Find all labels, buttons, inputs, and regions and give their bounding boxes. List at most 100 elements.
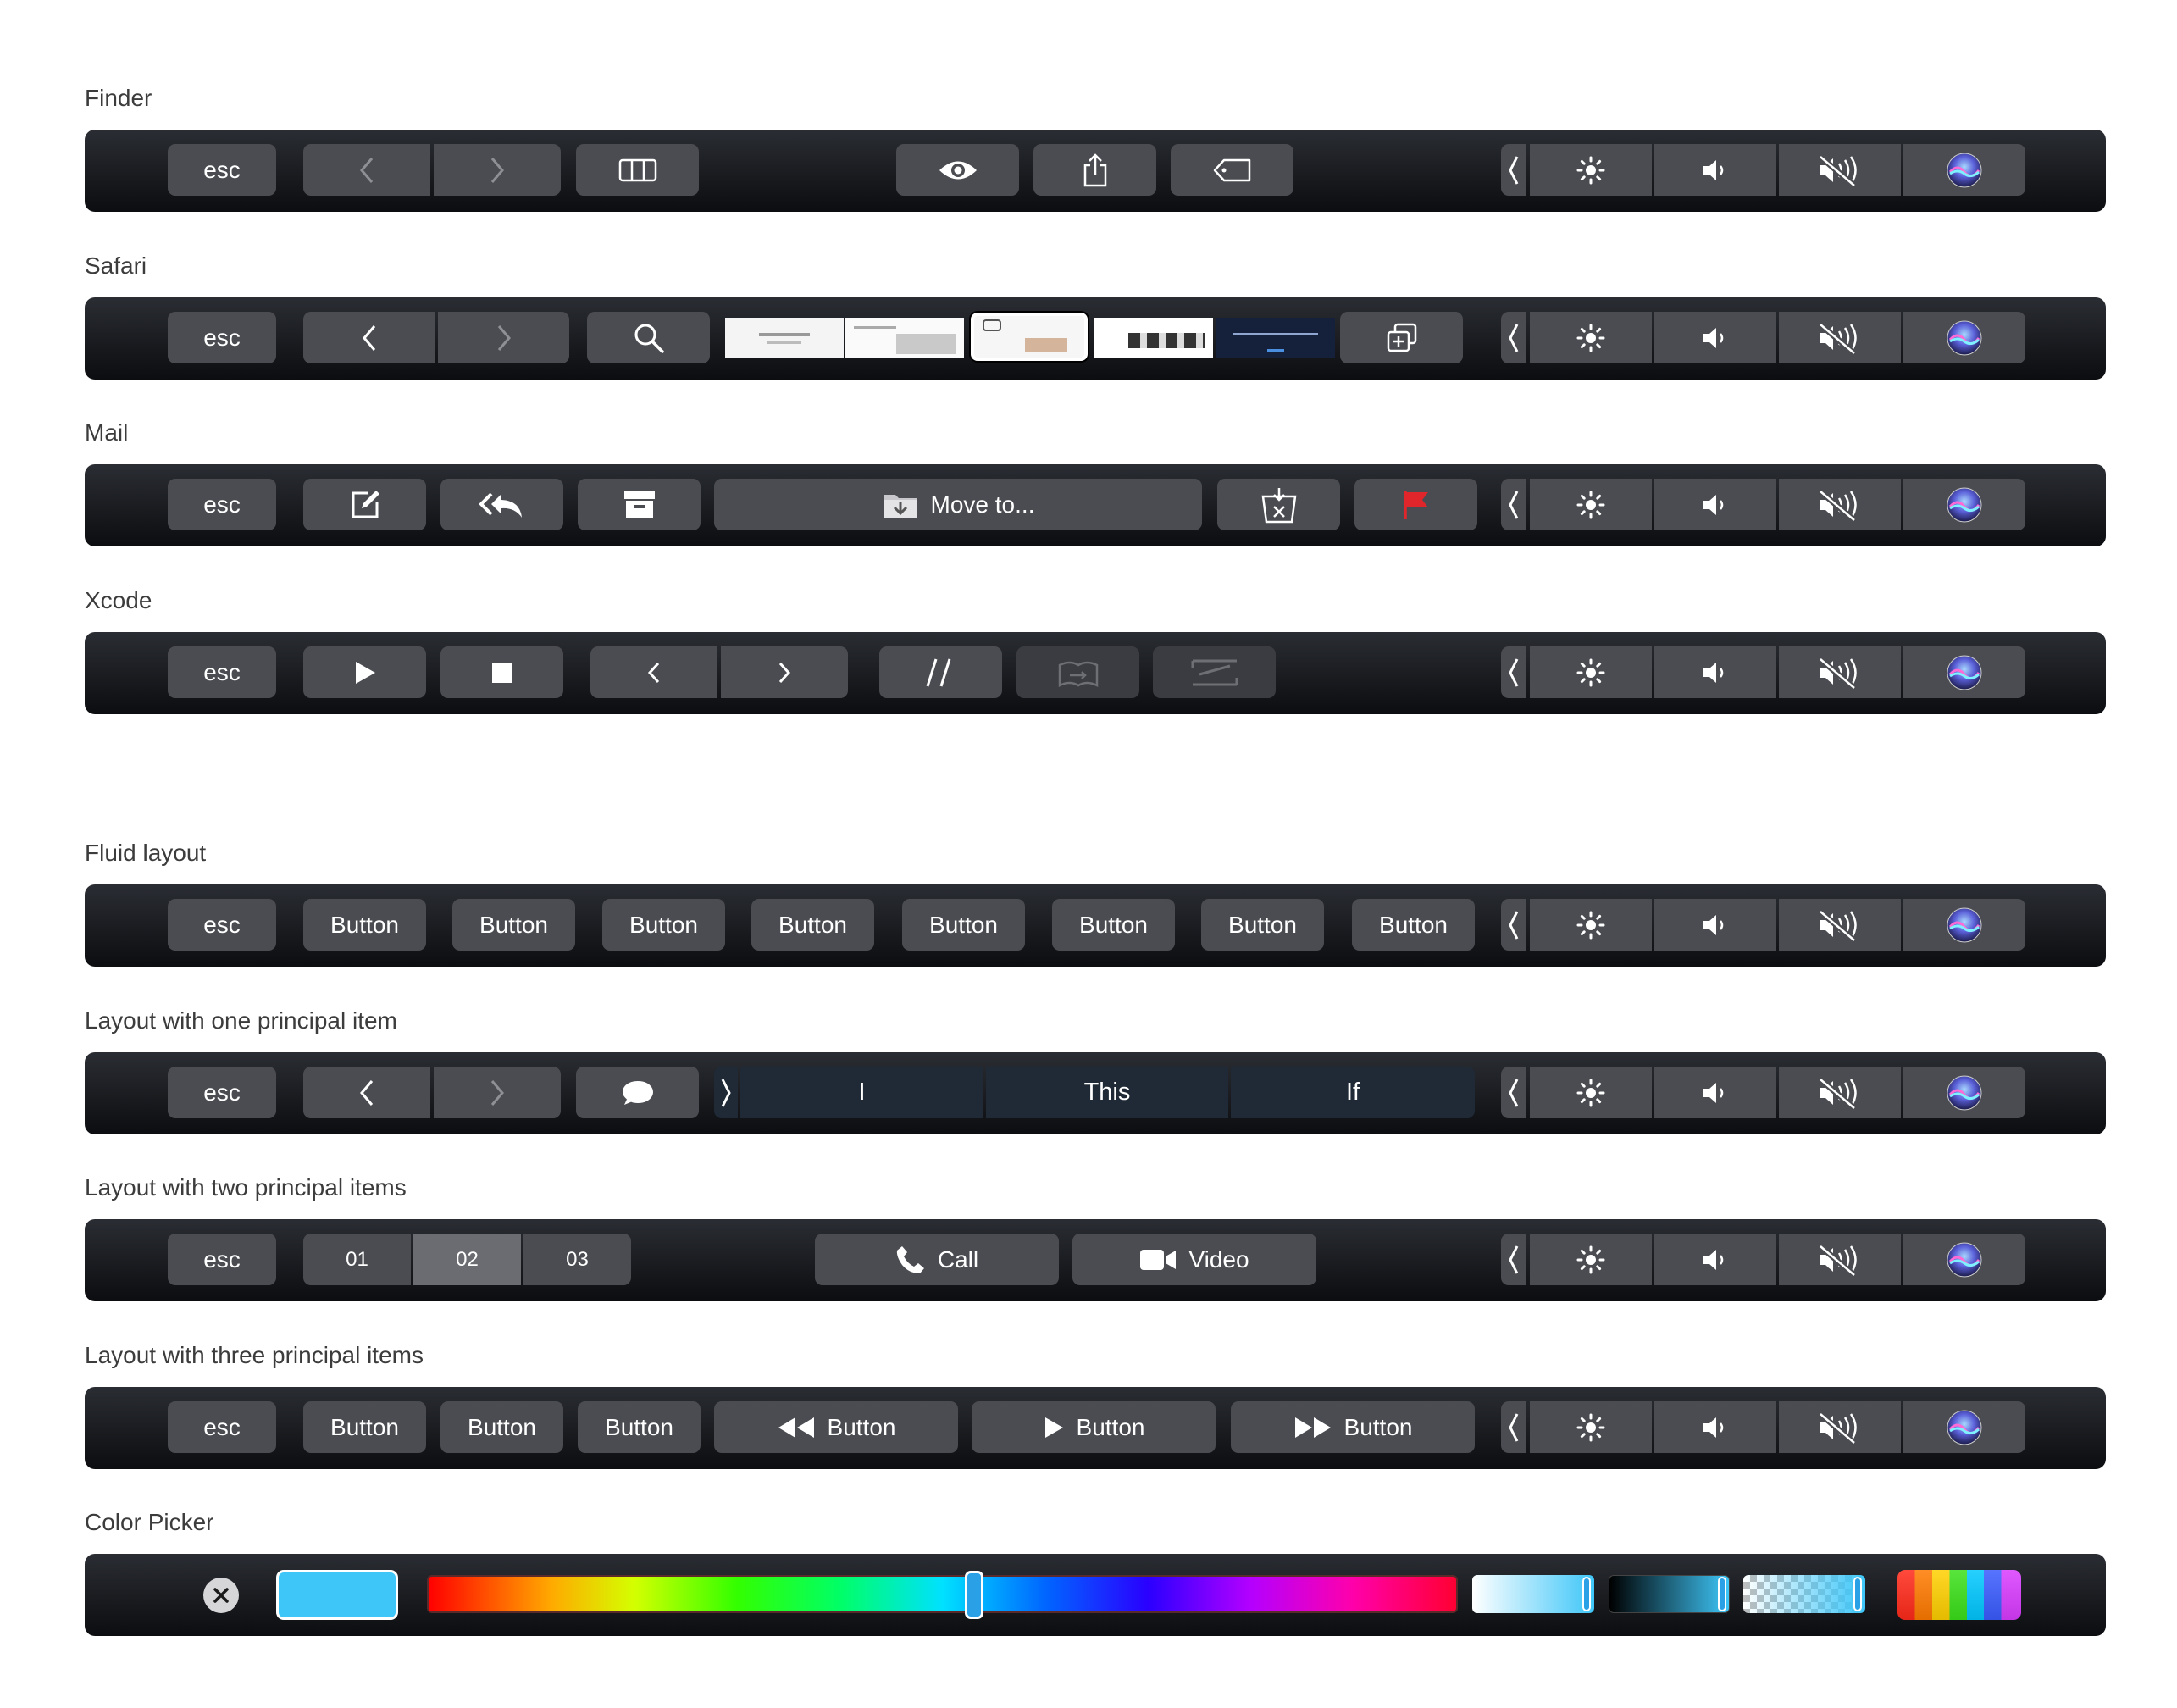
- siri-button[interactable]: [1903, 646, 2025, 698]
- mute-button[interactable]: [1779, 1067, 1901, 1118]
- volume-button[interactable]: [1654, 646, 1776, 698]
- mute-button[interactable]: [1779, 312, 1901, 363]
- brightness-button[interactable]: [1530, 1067, 1652, 1118]
- volume-button[interactable]: [1654, 899, 1776, 951]
- brightness-button[interactable]: [1530, 479, 1652, 530]
- siri-button[interactable]: [1903, 1067, 2025, 1118]
- candidate-item[interactable]: I: [740, 1067, 983, 1118]
- siri-button[interactable]: [1903, 479, 2025, 530]
- mute-button[interactable]: [1779, 1401, 1901, 1453]
- run-button[interactable]: [303, 646, 426, 698]
- tags-button[interactable]: [1171, 144, 1293, 196]
- button[interactable]: Button: [1052, 899, 1175, 951]
- candidate-item[interactable]: This: [986, 1067, 1228, 1118]
- volume-button[interactable]: [1654, 479, 1776, 530]
- button[interactable]: Button: [1352, 899, 1475, 951]
- volume-button[interactable]: [1654, 144, 1776, 196]
- button[interactable]: Button: [902, 899, 1025, 951]
- tab-thumbnail[interactable]: [725, 318, 844, 358]
- close-button[interactable]: [203, 1578, 239, 1613]
- control-strip-expand-button[interactable]: [1501, 1067, 1526, 1118]
- brightness-button[interactable]: [1530, 1234, 1652, 1285]
- opacity-slider[interactable]: [1743, 1575, 1865, 1613]
- siri-button[interactable]: [1903, 1401, 2025, 1453]
- show-references-button[interactable]: [1016, 646, 1139, 698]
- mute-button[interactable]: [1779, 899, 1901, 951]
- brightness-slider-handle[interactable]: [1718, 1577, 1726, 1611]
- tab-thumbnail[interactable]: [1094, 318, 1213, 358]
- saturation-slider-handle[interactable]: [1582, 1577, 1591, 1611]
- video-button[interactable]: Video: [1072, 1234, 1316, 1285]
- button[interactable]: Button: [303, 1401, 426, 1453]
- tab-thumbnail-selected[interactable]: [971, 313, 1088, 361]
- esc-key[interactable]: esc: [168, 1067, 276, 1118]
- quick-look-button[interactable]: [896, 144, 1019, 196]
- hue-slider[interactable]: [427, 1575, 1458, 1613]
- siri-button[interactable]: [1903, 1234, 2025, 1285]
- brightness-button[interactable]: [1530, 312, 1652, 363]
- mute-button[interactable]: [1779, 144, 1901, 196]
- volume-button[interactable]: [1654, 1401, 1776, 1453]
- new-tab-button[interactable]: [1340, 312, 1463, 363]
- rewind-button[interactable]: Button: [714, 1401, 958, 1453]
- control-strip-expand-button[interactable]: [1501, 144, 1526, 196]
- call-button[interactable]: Call: [815, 1234, 1059, 1285]
- control-strip-expand-button[interactable]: [1501, 312, 1526, 363]
- siri-button[interactable]: [1903, 312, 2025, 363]
- opacity-slider-handle[interactable]: [1853, 1577, 1862, 1611]
- brightness-button[interactable]: [1530, 144, 1652, 196]
- button[interactable]: Button: [440, 1401, 563, 1453]
- esc-key[interactable]: esc: [168, 144, 276, 196]
- back-button[interactable]: [303, 312, 435, 363]
- move-to-button[interactable]: Move to...: [714, 479, 1202, 530]
- esc-key[interactable]: esc: [168, 1234, 276, 1285]
- share-button[interactable]: [1033, 144, 1156, 196]
- candidate-bar-collapse-button[interactable]: [714, 1067, 738, 1118]
- hue-slider-handle[interactable]: [965, 1571, 983, 1619]
- search-button[interactable]: [587, 312, 710, 363]
- segment-01[interactable]: 01: [303, 1234, 411, 1285]
- view-columns-button[interactable]: [576, 144, 699, 196]
- control-strip-expand-button[interactable]: [1501, 646, 1526, 698]
- volume-button[interactable]: [1654, 1234, 1776, 1285]
- color-swatch[interactable]: [276, 1570, 398, 1620]
- esc-key[interactable]: esc: [168, 646, 276, 698]
- control-strip-expand-button[interactable]: [1501, 899, 1526, 951]
- button[interactable]: Button: [751, 899, 874, 951]
- button[interactable]: Button: [602, 899, 725, 951]
- esc-key[interactable]: esc: [168, 899, 276, 951]
- brightness-button[interactable]: [1530, 646, 1652, 698]
- control-strip-expand-button[interactable]: [1501, 479, 1526, 530]
- saturation-slider[interactable]: [1472, 1575, 1594, 1613]
- volume-button[interactable]: [1654, 312, 1776, 363]
- siri-button[interactable]: [1903, 899, 2025, 951]
- next-button[interactable]: [721, 646, 848, 698]
- play-button[interactable]: Button: [972, 1401, 1216, 1453]
- comment-toggle-button[interactable]: [879, 646, 1002, 698]
- control-strip-expand-button[interactable]: [1501, 1401, 1526, 1453]
- button[interactable]: Button: [578, 1401, 701, 1453]
- archive-button[interactable]: [578, 479, 701, 530]
- fast-forward-button[interactable]: Button: [1231, 1401, 1475, 1453]
- mute-button[interactable]: [1779, 1234, 1901, 1285]
- control-strip-expand-button[interactable]: [1501, 1234, 1526, 1285]
- tab-thumbnails-scrubber[interactable]: [725, 297, 1420, 380]
- button[interactable]: Button: [303, 899, 426, 951]
- previous-button[interactable]: [590, 646, 717, 698]
- volume-button[interactable]: [1654, 1067, 1776, 1118]
- tab-thumbnail[interactable]: [845, 318, 964, 358]
- segment-03[interactable]: 03: [523, 1234, 631, 1285]
- mute-button[interactable]: [1779, 646, 1901, 698]
- back-button[interactable]: [303, 1067, 430, 1118]
- button[interactable]: Button: [1201, 899, 1324, 951]
- esc-key[interactable]: esc: [168, 1401, 276, 1453]
- flag-button[interactable]: [1354, 479, 1477, 530]
- segment-02-selected[interactable]: 02: [413, 1234, 521, 1285]
- compose-button[interactable]: [303, 479, 426, 530]
- brightness-button[interactable]: [1530, 1401, 1652, 1453]
- forward-button[interactable]: [434, 144, 561, 196]
- esc-key[interactable]: esc: [168, 312, 276, 363]
- forward-button[interactable]: [434, 1067, 561, 1118]
- mute-button[interactable]: [1779, 479, 1901, 530]
- move-to-junk-button[interactable]: [1217, 479, 1340, 530]
